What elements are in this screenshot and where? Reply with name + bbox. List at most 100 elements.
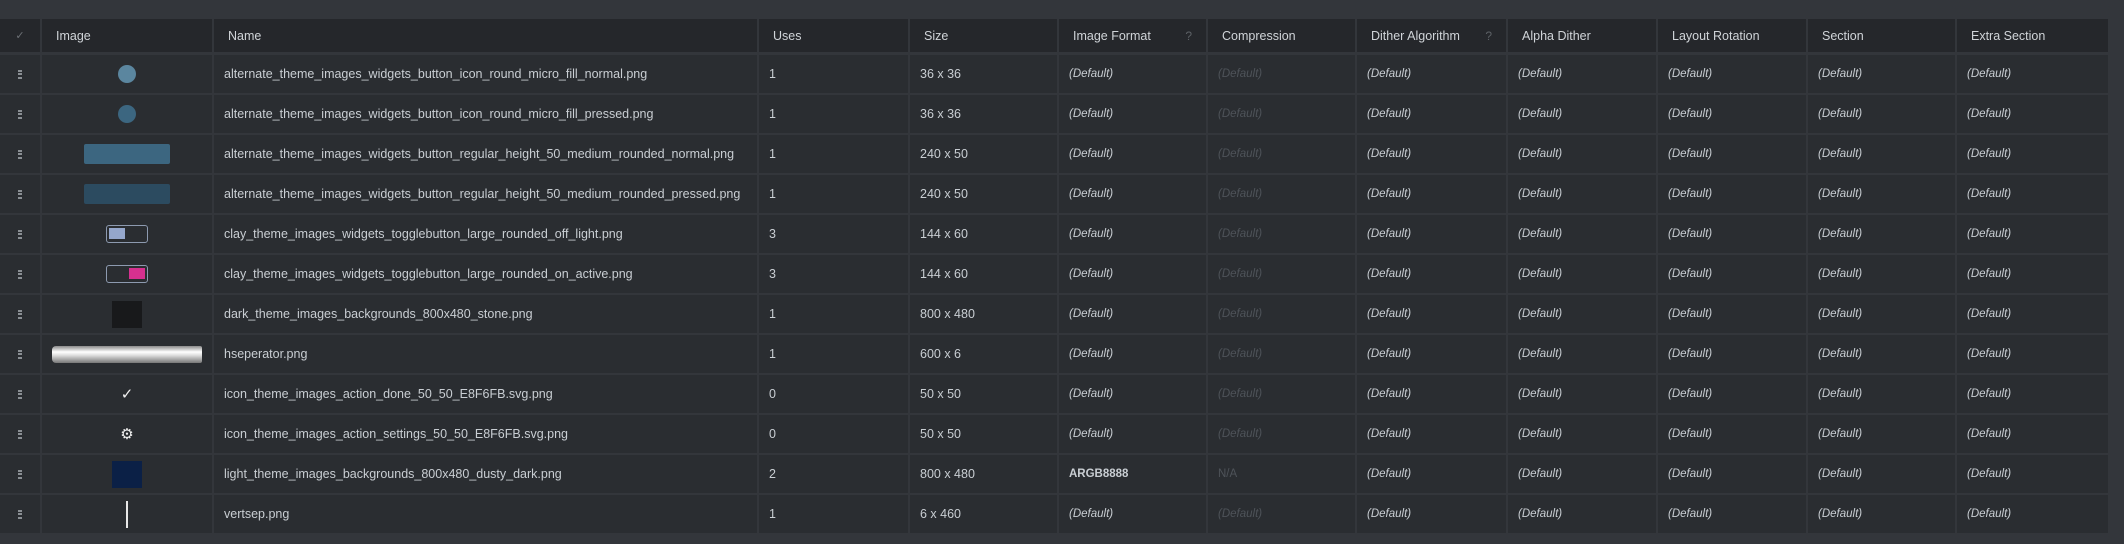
drag-handle[interactable]	[0, 135, 42, 173]
section-cell[interactable]: (Default)	[1808, 175, 1957, 213]
layout-rotation-cell[interactable]: (Default)	[1658, 55, 1808, 93]
image-format-cell[interactable]: (Default)	[1059, 495, 1208, 533]
extra-section-cell[interactable]: (Default)	[1957, 135, 2108, 173]
dither-algorithm-cell[interactable]: (Default)	[1357, 495, 1508, 533]
extra-section-cell[interactable]: (Default)	[1957, 215, 2108, 253]
alpha-dither-cell[interactable]: (Default)	[1508, 215, 1658, 253]
image-format-cell[interactable]: (Default)	[1059, 335, 1208, 373]
table-row[interactable]: clay_theme_images_widgets_togglebutton_l…	[0, 215, 2108, 255]
dither-algorithm-cell[interactable]: (Default)	[1357, 175, 1508, 213]
dither-algorithm-cell[interactable]: (Default)	[1357, 135, 1508, 173]
extra-section-cell[interactable]: (Default)	[1957, 495, 2108, 533]
alpha-dither-cell[interactable]: (Default)	[1508, 135, 1658, 173]
alpha-dither-cell[interactable]: (Default)	[1508, 95, 1658, 133]
layout-rotation-cell[interactable]: (Default)	[1658, 455, 1808, 493]
drag-handle[interactable]	[0, 175, 42, 213]
dither-algorithm-cell[interactable]: (Default)	[1357, 55, 1508, 93]
table-row[interactable]: alternate_theme_images_widgets_button_ic…	[0, 55, 2108, 95]
alpha-dither-cell[interactable]: (Default)	[1508, 415, 1658, 453]
table-row[interactable]: ⚙ icon_theme_images_action_settings_50_5…	[0, 415, 2108, 455]
dither-algorithm-cell[interactable]: (Default)	[1357, 335, 1508, 373]
dither-algorithm-cell[interactable]: (Default)	[1357, 255, 1508, 293]
drag-handle[interactable]	[0, 215, 42, 253]
layout-rotation-cell[interactable]: (Default)	[1658, 255, 1808, 293]
alpha-dither-cell[interactable]: (Default)	[1508, 375, 1658, 413]
extra-section-cell[interactable]: (Default)	[1957, 455, 2108, 493]
extra-section-cell[interactable]: (Default)	[1957, 95, 2108, 133]
table-row[interactable]: light_theme_images_backgrounds_800x480_d…	[0, 455, 2108, 495]
image-format-cell[interactable]: (Default)	[1059, 255, 1208, 293]
column-header-layout-rotation[interactable]: Layout Rotation	[1658, 19, 1808, 52]
dither-algorithm-cell[interactable]: (Default)	[1357, 95, 1508, 133]
image-format-cell[interactable]: (Default)	[1059, 215, 1208, 253]
alpha-dither-cell[interactable]: (Default)	[1508, 295, 1658, 333]
section-cell[interactable]: (Default)	[1808, 455, 1957, 493]
dither-algorithm-cell[interactable]: (Default)	[1357, 455, 1508, 493]
section-cell[interactable]: (Default)	[1808, 295, 1957, 333]
extra-section-cell[interactable]: (Default)	[1957, 375, 2108, 413]
drag-handle[interactable]	[0, 415, 42, 453]
extra-section-cell[interactable]: (Default)	[1957, 255, 2108, 293]
column-header-image[interactable]: Image	[42, 19, 214, 52]
layout-rotation-cell[interactable]: (Default)	[1658, 335, 1808, 373]
column-header-image-format[interactable]: Image Format?	[1059, 19, 1208, 52]
drag-handle[interactable]	[0, 295, 42, 333]
extra-section-cell[interactable]: (Default)	[1957, 335, 2108, 373]
help-icon[interactable]: ?	[1485, 29, 1492, 43]
column-header-dither-algorithm[interactable]: Dither Algorithm?	[1357, 19, 1508, 52]
layout-rotation-cell[interactable]: (Default)	[1658, 295, 1808, 333]
dither-algorithm-cell[interactable]: (Default)	[1357, 375, 1508, 413]
layout-rotation-cell[interactable]: (Default)	[1658, 95, 1808, 133]
section-cell[interactable]: (Default)	[1808, 375, 1957, 413]
alpha-dither-cell[interactable]: (Default)	[1508, 455, 1658, 493]
alpha-dither-cell[interactable]: (Default)	[1508, 335, 1658, 373]
layout-rotation-cell[interactable]: (Default)	[1658, 415, 1808, 453]
select-all-column[interactable]: ✓	[0, 19, 42, 52]
table-row[interactable]: alternate_theme_images_widgets_button_re…	[0, 135, 2108, 175]
dither-algorithm-cell[interactable]: (Default)	[1357, 215, 1508, 253]
column-header-extra-section[interactable]: Extra Section	[1957, 19, 2108, 52]
layout-rotation-cell[interactable]: (Default)	[1658, 375, 1808, 413]
extra-section-cell[interactable]: (Default)	[1957, 175, 2108, 213]
layout-rotation-cell[interactable]: (Default)	[1658, 175, 1808, 213]
dither-algorithm-cell[interactable]: (Default)	[1357, 415, 1508, 453]
image-format-cell[interactable]: (Default)	[1059, 295, 1208, 333]
drag-handle[interactable]	[0, 335, 42, 373]
alpha-dither-cell[interactable]: (Default)	[1508, 55, 1658, 93]
alpha-dither-cell[interactable]: (Default)	[1508, 175, 1658, 213]
section-cell[interactable]: (Default)	[1808, 135, 1957, 173]
column-header-compression[interactable]: Compression	[1208, 19, 1357, 52]
section-cell[interactable]: (Default)	[1808, 335, 1957, 373]
section-cell[interactable]: (Default)	[1808, 95, 1957, 133]
column-header-size[interactable]: Size	[910, 19, 1059, 52]
table-row[interactable]: dark_theme_images_backgrounds_800x480_st…	[0, 295, 2108, 335]
section-cell[interactable]: (Default)	[1808, 495, 1957, 533]
table-row[interactable]: ✓ icon_theme_images_action_done_50_50_E8…	[0, 375, 2108, 415]
extra-section-cell[interactable]: (Default)	[1957, 295, 2108, 333]
alpha-dither-cell[interactable]: (Default)	[1508, 255, 1658, 293]
drag-handle[interactable]	[0, 495, 42, 533]
drag-handle[interactable]	[0, 375, 42, 413]
table-row[interactable]: alternate_theme_images_widgets_button_re…	[0, 175, 2108, 215]
drag-handle[interactable]	[0, 455, 42, 493]
table-row[interactable]: hseperator.png 1 600 x 6 (Default) (Defa…	[0, 335, 2108, 375]
section-cell[interactable]: (Default)	[1808, 255, 1957, 293]
extra-section-cell[interactable]: (Default)	[1957, 415, 2108, 453]
dither-algorithm-cell[interactable]: (Default)	[1357, 295, 1508, 333]
image-format-cell[interactable]: (Default)	[1059, 175, 1208, 213]
layout-rotation-cell[interactable]: (Default)	[1658, 495, 1808, 533]
alpha-dither-cell[interactable]: (Default)	[1508, 495, 1658, 533]
section-cell[interactable]: (Default)	[1808, 415, 1957, 453]
column-header-alpha-dither[interactable]: Alpha Dither	[1508, 19, 1658, 52]
image-format-cell[interactable]: ARGB8888	[1059, 455, 1208, 493]
extra-section-cell[interactable]: (Default)	[1957, 55, 2108, 93]
drag-handle[interactable]	[0, 255, 42, 293]
column-header-uses[interactable]: Uses	[759, 19, 910, 52]
image-format-cell[interactable]: (Default)	[1059, 415, 1208, 453]
image-format-cell[interactable]: (Default)	[1059, 135, 1208, 173]
drag-handle[interactable]	[0, 95, 42, 133]
section-cell[interactable]: (Default)	[1808, 215, 1957, 253]
help-icon[interactable]: ?	[1185, 29, 1192, 43]
section-cell[interactable]: (Default)	[1808, 55, 1957, 93]
layout-rotation-cell[interactable]: (Default)	[1658, 135, 1808, 173]
